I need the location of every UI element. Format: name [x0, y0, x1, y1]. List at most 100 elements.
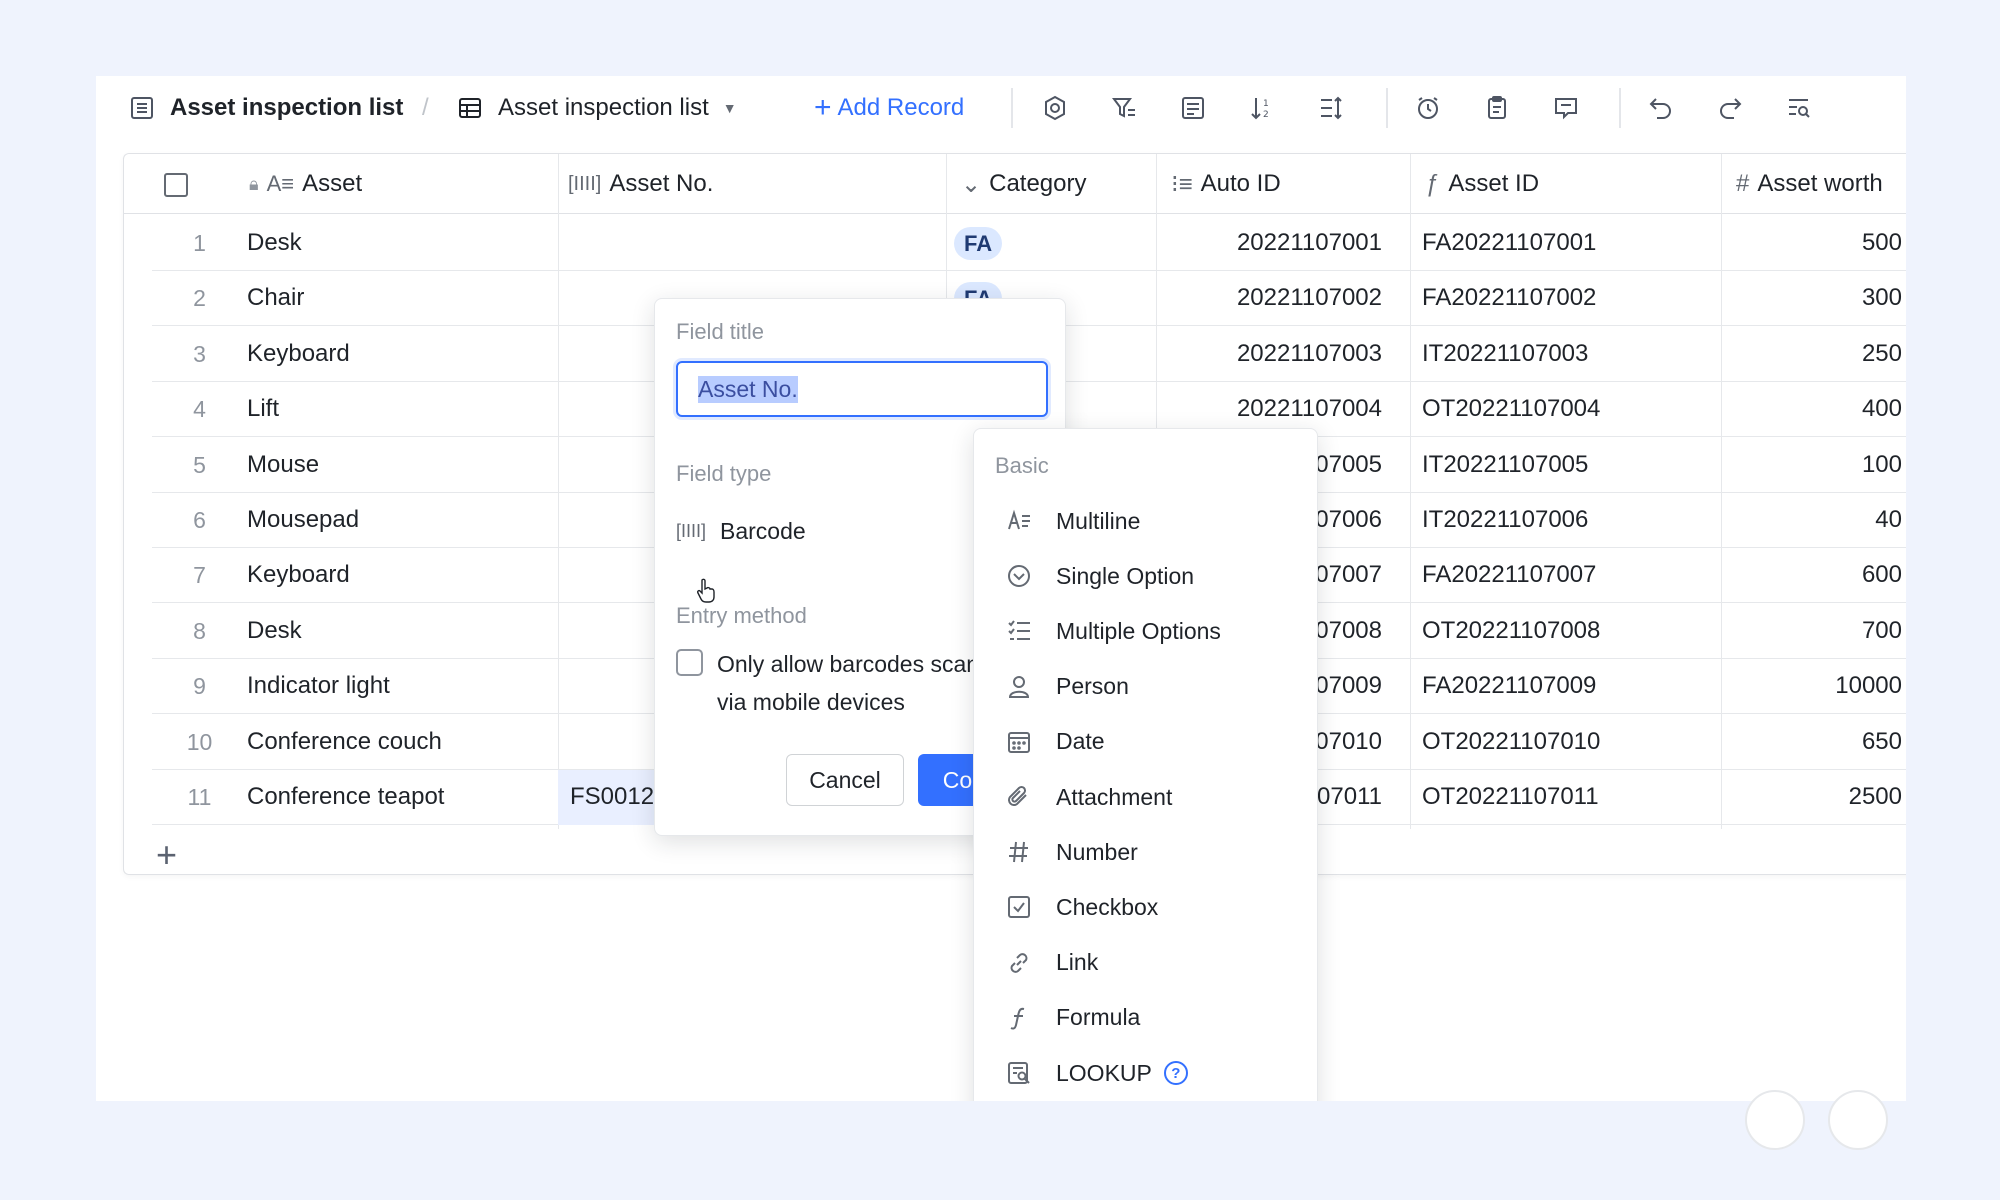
- cell-asset-id: FA20221107001: [1422, 229, 1597, 256]
- grid-header: 🔒︎ A≡ Asset [IIII] Asset No. ⌄ Category …: [124, 154, 1906, 214]
- column-header-category[interactable]: ⌄ Category: [951, 154, 1087, 214]
- cell-asset: Chair: [247, 284, 305, 312]
- field-type-option-label: Attachment: [1056, 783, 1173, 810]
- column-label: Asset ID: [1448, 170, 1540, 197]
- row-number: 5: [193, 451, 206, 478]
- cell-asset: Keyboard: [247, 339, 350, 367]
- view-selector[interactable]: Asset inspection list ▼: [498, 90, 737, 126]
- add-row-button[interactable]: +: [156, 834, 177, 876]
- cell-asset: Desk: [247, 229, 302, 256]
- cell-auto-id: 20221107001: [1236, 229, 1382, 256]
- cell-asset: Mouse: [247, 450, 320, 478]
- field-type-option[interactable]: Checkbox: [1004, 887, 1294, 927]
- cell-asset-id: OT20221107011: [1422, 783, 1599, 810]
- text-icon: A≡: [266, 171, 295, 196]
- cell-auto-id: 20221107004: [1236, 395, 1382, 423]
- cell-asset-worth: 10000: [1835, 672, 1902, 700]
- field-type-option[interactable]: Link: [1004, 943, 1294, 983]
- search-list-icon[interactable]: [1783, 92, 1815, 124]
- cell-asset-id: OT20221107004: [1422, 395, 1601, 423]
- column-label: Category: [989, 170, 1087, 197]
- list-doc-icon: [126, 92, 158, 124]
- toolbar-divider: [1011, 88, 1013, 128]
- settings-icon[interactable]: [1039, 92, 1071, 124]
- table-row[interactable]: 1 Desk FA 20221107001 FA20221107001 500: [152, 216, 1906, 271]
- filter-icon[interactable]: [1108, 92, 1140, 124]
- column-label: Asset: [302, 170, 363, 197]
- add-record-button[interactable]: + Add Record: [814, 90, 964, 126]
- column-header-asset-no[interactable]: [IIII] Asset No.: [558, 154, 713, 214]
- breadcrumb-root[interactable]: Asset inspection list: [170, 90, 403, 126]
- entry-method-label: Entry method: [676, 603, 807, 628]
- field-type-option[interactable]: Single Option: [1004, 556, 1294, 596]
- field-type-option[interactable]: Multiline: [1004, 501, 1294, 541]
- row-number: 9: [193, 673, 206, 700]
- field-type-option[interactable]: Attachment: [1004, 777, 1294, 817]
- row-number: 4: [193, 396, 206, 423]
- cell-asset-id: OT20221107010: [1422, 727, 1601, 755]
- sort-icon[interactable]: 12: [1246, 92, 1278, 124]
- floating-help-button[interactable]: [1745, 1090, 1805, 1150]
- cell-asset-id: OT20221107008: [1422, 616, 1601, 644]
- field-type-option-label: Formula: [1056, 1004, 1141, 1031]
- cell-asset-worth: 300: [1861, 284, 1902, 312]
- redo-icon[interactable]: [1714, 92, 1746, 124]
- table-view-icon: [454, 92, 486, 124]
- field-title-value: Asset No.: [698, 375, 798, 403]
- barcode-icon: [IIII]: [676, 520, 707, 541]
- cell-asset-id: IT20221107003: [1422, 339, 1589, 367]
- cell-asset-worth: 250: [1861, 339, 1902, 367]
- select-all-checkbox[interactable]: [164, 173, 188, 197]
- calendar-icon: [1004, 727, 1034, 757]
- field-type-option-label: Single Option: [1056, 562, 1195, 589]
- group-icon[interactable]: [1177, 92, 1209, 124]
- app-window: Asset inspection list / Asset inspection…: [96, 76, 1906, 1101]
- comment-icon[interactable]: [1550, 92, 1582, 124]
- category-tag: FA: [954, 227, 1003, 260]
- column-header-asset-worth[interactable]: # Asset worth: [1726, 154, 1883, 214]
- field-type-option-label: LOOKUP: [1056, 1059, 1152, 1086]
- field-title-input[interactable]: Asset No.: [676, 361, 1048, 417]
- alarm-clock-icon[interactable]: [1412, 92, 1444, 124]
- column-label: Auto ID: [1200, 170, 1281, 197]
- cell-asset-no: FS0012: [570, 783, 655, 810]
- field-type-option[interactable]: Multiple Options: [1004, 611, 1294, 651]
- undo-icon[interactable]: [1645, 92, 1677, 124]
- column-header-asset-id[interactable]: ƒ Asset ID: [1415, 154, 1539, 214]
- hash-icon: [1004, 837, 1034, 867]
- cell-asset: Keyboard: [247, 561, 350, 589]
- field-type-option[interactable]: Person: [1004, 667, 1294, 707]
- field-type-option[interactable]: Formula: [1004, 998, 1294, 1038]
- hand-cursor-icon: [697, 578, 715, 603]
- cell-asset-worth: 700: [1861, 616, 1902, 644]
- view-name: Asset inspection list: [498, 94, 709, 121]
- column-header-asset[interactable]: 🔒︎ A≡ Asset: [239, 154, 362, 214]
- cell-asset-id: FA20221107002: [1422, 284, 1597, 312]
- cell-asset-worth: 500: [1861, 229, 1902, 256]
- row-number: 1: [193, 230, 206, 256]
- barcode-icon: [IIII]: [568, 172, 602, 195]
- caret-down-icon: ▼: [722, 100, 737, 116]
- paperclip-icon: [1004, 782, 1034, 812]
- floating-action-button[interactable]: [1828, 1090, 1888, 1150]
- clipboard-icon[interactable]: [1481, 92, 1513, 124]
- formula-icon: [1004, 1003, 1034, 1033]
- field-type-option[interactable]: Date: [1004, 722, 1294, 762]
- row-number: 8: [193, 617, 206, 644]
- cell-asset: Conference couch: [247, 727, 442, 755]
- person-icon: [1004, 672, 1034, 702]
- field-type-option-label: Link: [1056, 949, 1099, 976]
- row-height-icon[interactable]: [1315, 92, 1347, 124]
- help-icon[interactable]: ?: [1163, 1061, 1188, 1085]
- mobile-scan-only-checkbox[interactable]: [676, 649, 703, 676]
- cancel-button[interactable]: Cancel: [786, 754, 904, 806]
- field-type-option[interactable]: LOOKUP?: [1004, 1053, 1294, 1093]
- column-label: Asset worth: [1757, 170, 1883, 197]
- column-header-auto-id[interactable]: ⁝≡ Auto ID: [1161, 154, 1281, 214]
- field-type-option[interactable]: Number: [1004, 832, 1294, 872]
- field-type-label: Field type: [676, 461, 772, 486]
- field-type-option-label: Checkbox: [1056, 893, 1159, 920]
- cell-asset: Mousepad: [247, 506, 360, 533]
- lookup-icon: [1004, 1058, 1034, 1088]
- cell-asset: Desk: [247, 616, 302, 644]
